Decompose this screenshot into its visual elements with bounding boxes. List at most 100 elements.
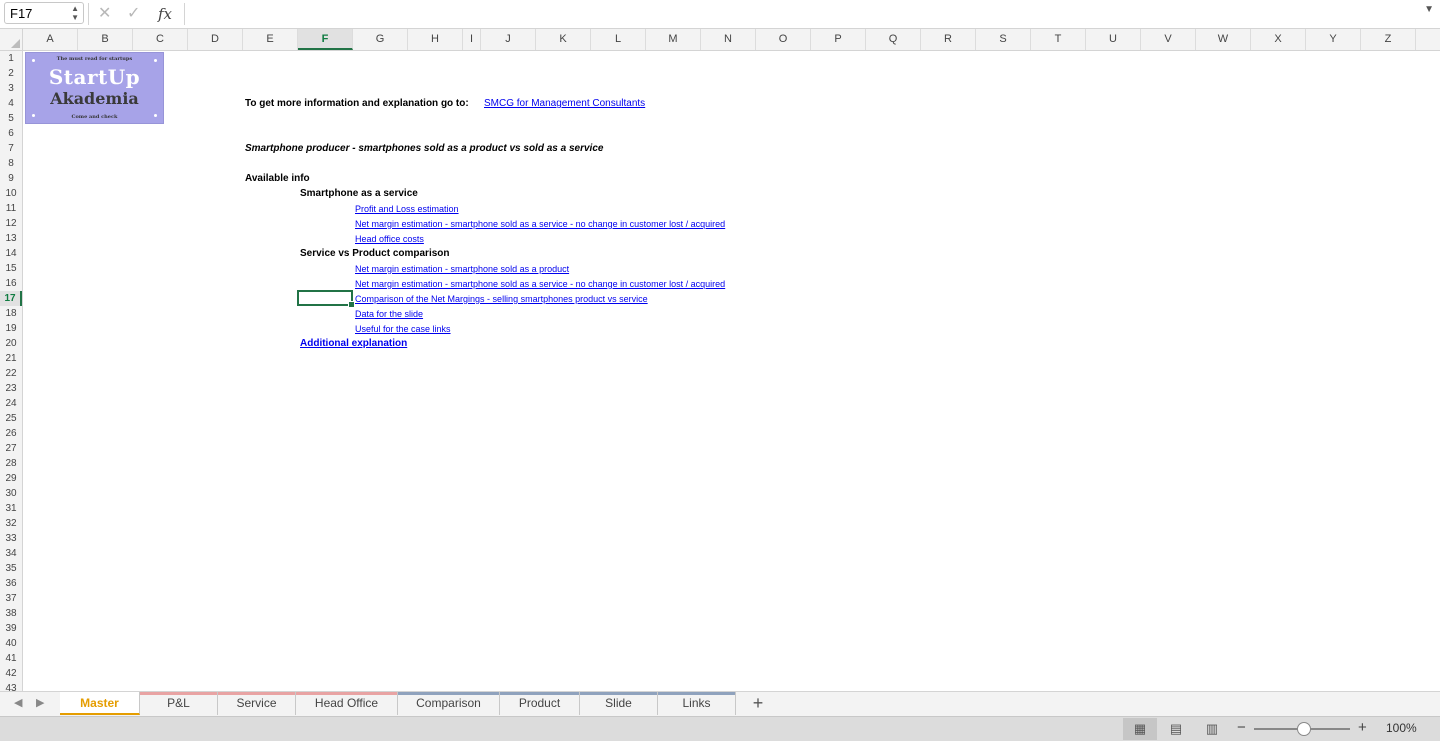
row-header-17[interactable]: 17 <box>0 291 22 306</box>
row-header-32[interactable]: 32 <box>0 516 22 531</box>
row-header-9[interactable]: 9 <box>0 171 22 186</box>
row-header-18[interactable]: 18 <box>0 306 22 321</box>
row-header-36[interactable]: 36 <box>0 576 22 591</box>
column-header-y[interactable]: Y <box>1306 29 1361 50</box>
sheet-tab-p-l[interactable]: P&L <box>140 692 218 715</box>
row-header-13[interactable]: 13 <box>0 231 22 246</box>
column-header-v[interactable]: V <box>1141 29 1196 50</box>
row-header-27[interactable]: 27 <box>0 441 22 456</box>
link-data-for-slide[interactable]: Data for the slide <box>355 309 423 319</box>
column-header-s[interactable]: S <box>976 29 1031 50</box>
selected-cell-f17[interactable] <box>297 290 355 308</box>
column-header-n[interactable]: N <box>701 29 756 50</box>
page-layout-view-icon[interactable]: ▤ <box>1159 718 1193 740</box>
sheet-tab-comparison[interactable]: Comparison <box>398 692 500 715</box>
zoom-in-icon[interactable]: + <box>1358 719 1367 736</box>
link-head-office-costs[interactable]: Head office costs <box>355 234 424 244</box>
section-service-vs-product[interactable]: Service vs Product comparison <box>300 248 450 259</box>
expand-formula-icon[interactable]: ▼ <box>1424 4 1434 15</box>
zoom-out-icon[interactable]: − <box>1237 719 1246 736</box>
link-net-margin-service-2[interactable]: Net margin estimation - smartphone sold … <box>355 279 725 289</box>
column-header-x[interactable]: X <box>1251 29 1306 50</box>
name-box-spinner-icon[interactable]: ▲ ▼ <box>71 4 79 22</box>
column-header-r[interactable]: R <box>921 29 976 50</box>
column-header-q[interactable]: Q <box>866 29 921 50</box>
row-header-15[interactable]: 15 <box>0 261 22 276</box>
column-header-z[interactable]: Z <box>1361 29 1416 50</box>
row-header-34[interactable]: 34 <box>0 546 22 561</box>
column-header-b[interactable]: B <box>78 29 133 50</box>
column-header-d[interactable]: D <box>188 29 243 50</box>
column-header-h[interactable]: H <box>408 29 463 50</box>
zoom-level[interactable]: 100% <box>1386 721 1417 735</box>
row-header-7[interactable]: 7 <box>0 141 22 156</box>
row-header-16[interactable]: 16 <box>0 276 22 291</box>
sheet-tab-links[interactable]: Links <box>658 692 736 715</box>
link-net-margin-product[interactable]: Net margin estimation - smartphone sold … <box>355 264 569 274</box>
row-header-4[interactable]: 4 <box>0 96 22 111</box>
link-useful-case-links[interactable]: Useful for the case links <box>355 324 451 334</box>
available-info-cell[interactable]: Available info <box>245 173 310 184</box>
row-header-5[interactable]: 5 <box>0 111 22 126</box>
row-header-1[interactable]: 1 <box>0 51 22 66</box>
select-all-corner[interactable] <box>0 29 23 50</box>
column-header-l[interactable]: L <box>591 29 646 50</box>
link-additional-explanation[interactable]: Additional explanation <box>300 338 407 349</box>
row-header-39[interactable]: 39 <box>0 621 22 636</box>
row-header-25[interactable]: 25 <box>0 411 22 426</box>
prev-sheet-icon[interactable]: ◀ <box>14 696 22 709</box>
link-net-margin-service[interactable]: Net margin estimation - smartphone sold … <box>355 219 725 229</box>
column-header-t[interactable]: T <box>1031 29 1086 50</box>
row-header-35[interactable]: 35 <box>0 561 22 576</box>
row-header-11[interactable]: 11 <box>0 201 22 216</box>
row-header-41[interactable]: 41 <box>0 651 22 666</box>
intro-text[interactable]: To get more information and explanation … <box>245 98 469 109</box>
row-header-8[interactable]: 8 <box>0 156 22 171</box>
row-header-14[interactable]: 14 <box>0 246 22 261</box>
add-sheet-button[interactable]: + <box>748 693 768 713</box>
row-header-23[interactable]: 23 <box>0 381 22 396</box>
enter-check-icon[interactable]: ✓ <box>127 3 140 25</box>
column-header-f[interactable]: F <box>298 29 353 50</box>
link-pl-estimation[interactable]: Profit and Loss estimation <box>355 204 459 214</box>
smcg-link[interactable]: SMCG for Management Consultants <box>484 98 645 109</box>
column-header-g[interactable]: G <box>353 29 408 50</box>
name-box[interactable]: F17 ▲ ▼ <box>4 2 84 24</box>
row-header-38[interactable]: 38 <box>0 606 22 621</box>
row-header-29[interactable]: 29 <box>0 471 22 486</box>
startup-akademia-logo[interactable]: The must read for startups StartUp Akade… <box>25 52 164 124</box>
column-header-e[interactable]: E <box>243 29 298 50</box>
row-header-10[interactable]: 10 <box>0 186 22 201</box>
column-header-j[interactable]: J <box>481 29 536 50</box>
subtitle-cell[interactable]: Smartphone producer - smartphones sold a… <box>245 143 603 154</box>
formula-input[interactable] <box>190 3 1414 27</box>
row-header-31[interactable]: 31 <box>0 501 22 516</box>
row-header-37[interactable]: 37 <box>0 591 22 606</box>
section-smartphone-service[interactable]: Smartphone as a service <box>300 188 418 199</box>
zoom-slider-handle[interactable] <box>1297 722 1311 736</box>
sheet-tab-service[interactable]: Service <box>218 692 296 715</box>
insert-function-icon[interactable]: fx <box>158 3 172 25</box>
sheet-tab-master[interactable]: Master <box>60 692 140 715</box>
row-header-30[interactable]: 30 <box>0 486 22 501</box>
sheet-tab-slide[interactable]: Slide <box>580 692 658 715</box>
row-header-42[interactable]: 42 <box>0 666 22 681</box>
row-header-43[interactable]: 43 <box>0 681 22 691</box>
row-header-40[interactable]: 40 <box>0 636 22 651</box>
row-header-24[interactable]: 24 <box>0 396 22 411</box>
row-header-33[interactable]: 33 <box>0 531 22 546</box>
sheet-tab-product[interactable]: Product <box>500 692 580 715</box>
row-header-2[interactable]: 2 <box>0 66 22 81</box>
link-comparison-net-margins[interactable]: Comparison of the Net Margings - selling… <box>355 294 648 304</box>
row-header-20[interactable]: 20 <box>0 336 22 351</box>
row-header-3[interactable]: 3 <box>0 81 22 96</box>
row-header-22[interactable]: 22 <box>0 366 22 381</box>
row-header-6[interactable]: 6 <box>0 126 22 141</box>
column-header-next[interactable] <box>1416 29 1440 50</box>
page-break-view-icon[interactable]: ▥ <box>1195 718 1229 740</box>
column-header-c[interactable]: C <box>133 29 188 50</box>
column-header-u[interactable]: U <box>1086 29 1141 50</box>
column-header-i[interactable]: I <box>463 29 481 50</box>
column-header-m[interactable]: M <box>646 29 701 50</box>
row-header-12[interactable]: 12 <box>0 216 22 231</box>
